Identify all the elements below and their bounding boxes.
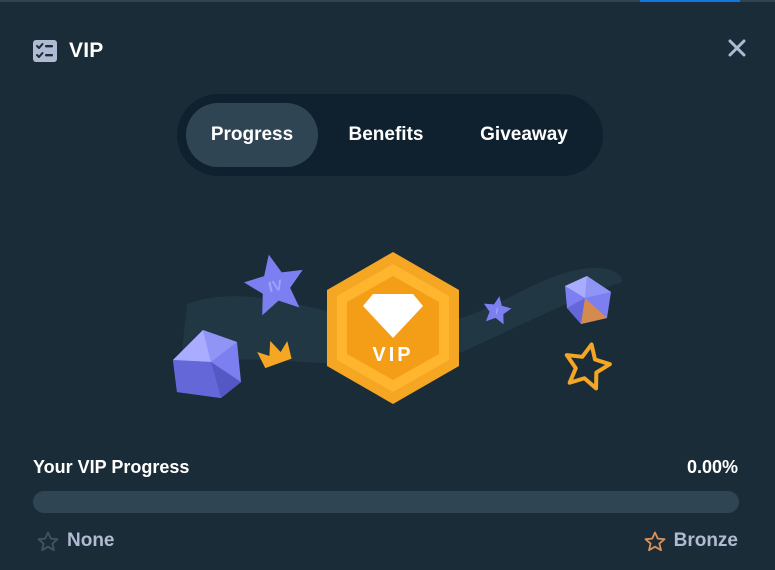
top-accent-line xyxy=(640,0,740,2)
close-icon xyxy=(728,39,746,57)
vip-modal: VIP Progress Benefits Giveaway IV VIP I … xyxy=(7,4,773,570)
orange-star-icon xyxy=(564,342,612,391)
checklist-icon xyxy=(33,40,57,62)
tab-giveaway[interactable]: Giveaway xyxy=(454,103,594,167)
tab-progress[interactable]: Progress xyxy=(186,103,318,167)
progress-value: 0.00% xyxy=(686,457,738,477)
progress-label: Your VIP Progress xyxy=(33,457,190,477)
large-gem-icon xyxy=(173,330,241,398)
star-outline-icon xyxy=(37,531,59,551)
tab-bar: Progress Benefits Giveaway xyxy=(177,94,603,176)
vip-illustration: IV VIP I xyxy=(167,242,627,412)
current-tier: None xyxy=(37,530,115,552)
vip-badge-label: VIP xyxy=(372,344,413,366)
close-button[interactable] xyxy=(725,36,749,60)
current-tier-label: None xyxy=(67,530,115,551)
progress-bar xyxy=(33,491,739,513)
vip-illustration-graphic: IV VIP I xyxy=(173,252,622,404)
modal-title: VIP xyxy=(69,39,104,62)
next-tier-label: Bronze xyxy=(673,530,738,551)
window-top-border xyxy=(0,0,775,2)
next-tier: Bronze xyxy=(644,530,738,552)
star-outline-icon xyxy=(644,531,665,551)
vip-badge-icon: VIP xyxy=(327,252,459,404)
tab-benefits[interactable]: Benefits xyxy=(318,103,454,167)
modal-header: VIP xyxy=(33,38,103,64)
